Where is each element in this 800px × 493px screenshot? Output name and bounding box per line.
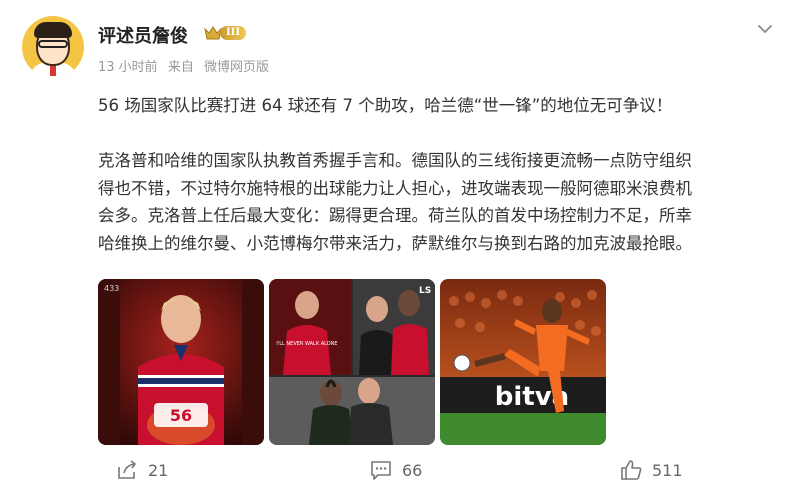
post-source: 微博网页版 (203, 60, 269, 75)
photo-jersey-number: 56 (170, 406, 192, 425)
post-text-line: 克洛普和哈维的国家队执教首秀握手言和。德国队的三线衔接更流畅一点防守组织 (98, 151, 692, 170)
author-name[interactable]: 评述员詹俊 (98, 22, 188, 48)
share-icon (118, 460, 136, 479)
photo-netherlands-image: bitva (440, 279, 606, 445)
action-bar: 21 66 511 (0, 452, 800, 488)
share-count: 21 (148, 460, 169, 480)
post-text: 56 场国家队比赛打进 64 球还有 7 个助攻，哈兰德“世一锋”的地位无可争议… (98, 92, 784, 257)
rank-level: III (220, 26, 246, 40)
post-text-line: 得也不错，不过特尔施特根的出球能力让人担心，进攻端表现一般阿德耶米浪费机 (98, 178, 692, 198)
rank-badge[interactable]: III (204, 24, 246, 42)
post-meta: 13 小时前 来自 微博网页版 (98, 56, 275, 75)
media-grid: 56 433 I'LL NEVER WALK ALONE LS bitva (98, 279, 608, 445)
photo-thumbnail-netherlands[interactable]: bitva (440, 279, 606, 445)
avatar-glasses (38, 40, 68, 48)
like-count: 511 (652, 460, 683, 480)
comment-icon (371, 461, 391, 480)
post-text-line: 56 场国家队比赛打进 64 球还有 7 个助攻，哈兰德“世一锋”的地位无可争议… (98, 96, 673, 115)
chevron-down-icon[interactable] (756, 22, 774, 36)
source-prefix: 来自 (167, 60, 194, 75)
comment-count: 66 (402, 460, 423, 480)
avatar-hair (34, 22, 72, 38)
photo-thumbnail-klopp[interactable]: I'LL NEVER WALK ALONE LS (269, 279, 435, 445)
post-text-line: 会多。克洛普上任后最大变化：踢得更合理。荷兰队的首发中场控制力不足，所幸 (98, 206, 692, 225)
post-header: 评述员詹俊 III 13 小时前 来自 微博网页版 (22, 16, 782, 82)
photo-thumbnail-haaland[interactable]: 56 433 (98, 279, 264, 445)
share-button[interactable]: 21 (116, 458, 168, 482)
photo-klopp-image: I'LL NEVER WALK ALONE LS (269, 279, 435, 445)
post-text-line: 哈维换上的维尔曼、小范博梅尔带来活力，萨默维尔与换到右路的加克波最抢眼。 (98, 233, 692, 253)
photo-shirt-text: I'LL NEVER WALK ALONE (276, 341, 337, 347)
avatar[interactable] (22, 16, 84, 78)
photo-corner-mark: LS (419, 286, 431, 296)
thumbs-up-icon (621, 460, 642, 480)
like-button[interactable]: 511 (620, 458, 683, 482)
comment-button[interactable]: 66 (370, 458, 422, 482)
photo-haaland-image: 56 433 (98, 279, 264, 445)
photo-corner-mark: 433 (104, 284, 119, 293)
post-time[interactable]: 13 小时前 (98, 60, 158, 75)
